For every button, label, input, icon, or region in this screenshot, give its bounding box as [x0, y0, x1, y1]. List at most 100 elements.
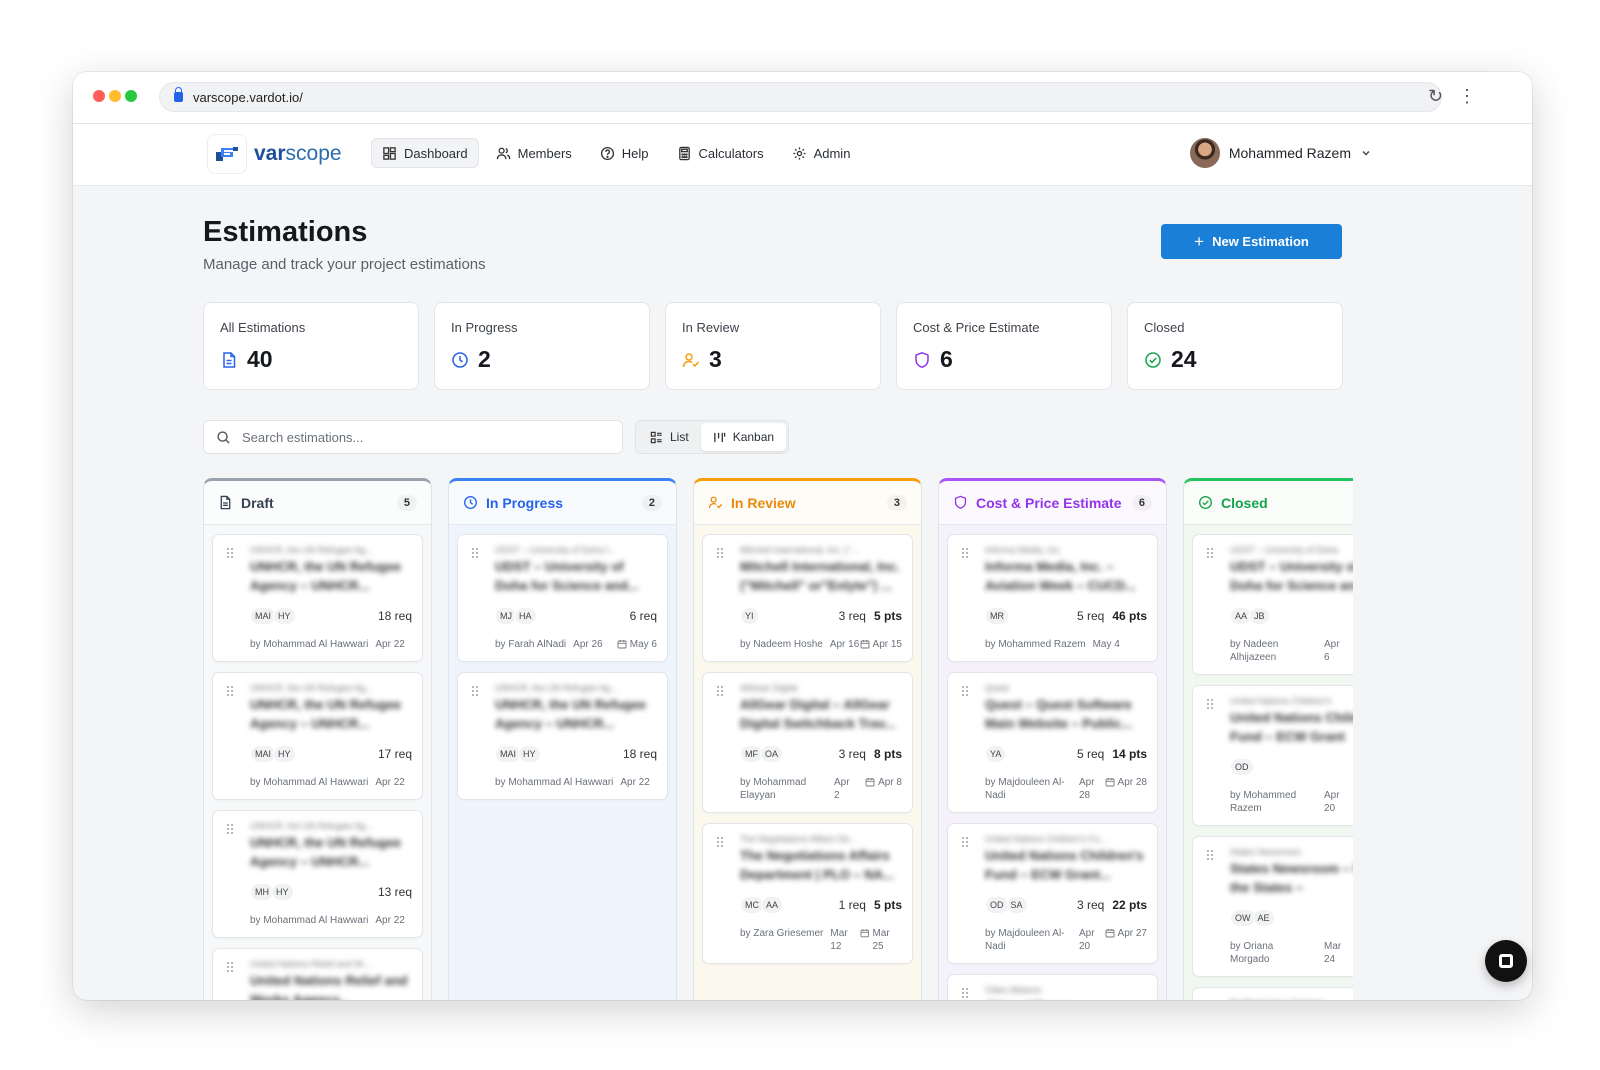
- assignee-badge[interactable]: HY: [273, 745, 296, 763]
- drag-handle-icon[interactable]: [961, 836, 969, 848]
- estimation-card[interactable]: United Nations Children's Fu... United Na…: [947, 823, 1158, 964]
- estimation-card[interactable]: UNHCR, the UN Refugee Ag... UNHCR, the UN…: [212, 534, 423, 662]
- calendar-icon: [865, 778, 875, 787]
- assignee-badge[interactable]: OA: [760, 745, 784, 763]
- estimation-card[interactable]: UDST – University of Doha UDST – Universi…: [1192, 534, 1353, 675]
- column-header: In Progress 2: [449, 481, 676, 525]
- view-toggle: List Kanban: [635, 420, 790, 454]
- close-window-button[interactable]: [93, 90, 105, 102]
- maximize-window-button[interactable]: [125, 90, 137, 102]
- view-list-button[interactable]: List: [638, 423, 701, 451]
- nav-help[interactable]: Help: [589, 138, 660, 168]
- drag-handle-icon[interactable]: [1206, 698, 1214, 710]
- assignee-badges: MC AA: [740, 896, 839, 914]
- drag-handle-icon[interactable]: [226, 685, 234, 697]
- nav-calculators[interactable]: Calculators: [666, 138, 775, 168]
- recording-stop-button[interactable]: [1485, 940, 1527, 982]
- assignee-badges: MR: [985, 607, 1077, 625]
- drag-handle-icon[interactable]: [716, 547, 724, 559]
- drag-handle-icon[interactable]: [471, 685, 479, 697]
- drag-handle-icon[interactable]: [716, 836, 724, 848]
- column-count: 5: [396, 494, 417, 511]
- assignee-badge[interactable]: HY: [273, 607, 296, 625]
- estimation-card[interactable]: United Nations Children's United Nations …: [1192, 685, 1353, 826]
- stat-card-all[interactable]: All Estimations 40: [203, 302, 419, 390]
- estimation-card[interactable]: UNHCR, the UN Refugee Ag... UNHCR, the UN…: [212, 810, 423, 938]
- view-list-label: List: [670, 430, 689, 444]
- estimation-card[interactable]: UDST – University of Doha f... UDST – Uni…: [457, 534, 668, 662]
- card-text: United Nations Children's Fu... United Na…: [985, 834, 1147, 884]
- card-meta: MC AA 1 req 5 pts: [740, 896, 902, 914]
- assignee-badge[interactable]: AE: [1252, 909, 1275, 927]
- view-kanban-button[interactable]: Kanban: [700, 423, 787, 451]
- nav-dashboard[interactable]: Dashboard: [371, 138, 479, 168]
- drag-handle-icon[interactable]: [471, 547, 479, 559]
- app-logo[interactable]: varscope: [207, 134, 342, 174]
- assignee-badge[interactable]: OD: [1230, 758, 1254, 776]
- drag-handle-icon[interactable]: [716, 685, 724, 697]
- card-date: Apr 28: [1079, 777, 1095, 801]
- estimation-card[interactable]: Redbird Union SystemsRedbird Union Syste…: [1192, 987, 1353, 1000]
- assignee-badge[interactable]: MR: [985, 607, 1009, 625]
- drag-handle-icon[interactable]: [226, 823, 234, 835]
- column-count: 3: [886, 494, 907, 511]
- address-bar[interactable]: varscope.vardot.io/: [159, 82, 1442, 112]
- assignee-badge[interactable]: HY: [518, 745, 541, 763]
- view-kanban-label: Kanban: [732, 430, 775, 444]
- search-input[interactable]: [242, 429, 602, 445]
- card-client: United Nations Relief and W...: [250, 959, 371, 969]
- requirement-count: 3 req: [1076, 898, 1105, 912]
- stat-card-in-progress[interactable]: In Progress 2: [434, 302, 650, 390]
- main-nav: Dashboard Members Help Calculators Admin: [371, 138, 861, 168]
- drag-handle-icon[interactable]: [226, 961, 234, 973]
- drag-handle-icon[interactable]: [961, 685, 969, 697]
- more-options-icon[interactable]: ⋮: [1458, 86, 1476, 107]
- column-header: Closed24: [1184, 481, 1353, 525]
- nav-admin[interactable]: Admin: [781, 138, 862, 168]
- assignee-badge[interactable]: YA: [985, 745, 1007, 763]
- card-meta: OD1 req: [1230, 758, 1353, 776]
- card-due-date: Apr 27: [1117, 928, 1147, 939]
- assignee-badge[interactable]: HY: [271, 883, 294, 901]
- assignee-badge[interactable]: HA: [514, 607, 537, 625]
- drag-handle-icon[interactable]: [961, 987, 969, 999]
- column-count: 6: [1131, 494, 1152, 511]
- estimation-card[interactable]: UNHCR, the UN Refugee Ag... UNHCR, the UN…: [212, 672, 423, 800]
- estimation-card[interactable]: Mitchell International, Inc. ("... Mitche…: [702, 534, 913, 662]
- assignee-badge[interactable]: JB: [1249, 607, 1270, 625]
- estimation-card[interactable]: UNHCR, the UN Refugee Ag... UNHCR, the UN…: [457, 672, 668, 800]
- estimation-card[interactable]: Cities Alliance Cities Alliance: [947, 974, 1158, 1000]
- estimation-card[interactable]: AllGear Digital AllGear Digital – AllGear…: [702, 672, 913, 813]
- calendar-icon: [1105, 778, 1114, 787]
- drag-handle-icon[interactable]: [1206, 849, 1214, 861]
- estimation-card[interactable]: States Newsroom States Newsroom – from th…: [1192, 836, 1353, 977]
- minimize-window-button[interactable]: [109, 90, 121, 102]
- drag-handle-icon[interactable]: [1206, 547, 1214, 559]
- user-menu[interactable]: Mohammed Razem: [1189, 138, 1372, 168]
- card-client: Quest: [985, 683, 1010, 693]
- gear-icon: [792, 146, 806, 160]
- card-text: Informa Media, Inc. Informa Media, Inc. –…: [985, 545, 1147, 595]
- stat-card-cost-price[interactable]: Cost & Price Estimate 6: [896, 302, 1112, 390]
- new-estimation-button[interactable]: + New Estimation: [1161, 224, 1342, 259]
- assignee-badge[interactable]: AA: [761, 896, 784, 914]
- estimation-card[interactable]: United Nations Relief and W... United Nat…: [212, 948, 423, 1000]
- estimation-card[interactable]: The Negotiations Affairs De... The Negoti…: [702, 823, 913, 964]
- estimation-card[interactable]: Quest Quest – Quest Software Main Website…: [947, 672, 1158, 813]
- card-author: by Mohammad Al Hawwari: [250, 639, 369, 650]
- column-body: Mitchell International, Inc. ("... Mitche…: [694, 525, 921, 973]
- stat-label: Cost & Price Estimate: [913, 320, 1040, 335]
- assignee-badge[interactable]: YI: [740, 607, 759, 625]
- stat-card-in-review[interactable]: In Review 3: [665, 302, 881, 390]
- reload-icon[interactable]: ↻: [1428, 86, 1443, 107]
- drag-handle-icon[interactable]: [961, 547, 969, 559]
- estimation-card[interactable]: Informa Media, Inc. Informa Media, Inc. –…: [947, 534, 1158, 662]
- assignee-badge[interactable]: OW: [1230, 909, 1256, 927]
- column-cost-price-estimate: Cost & Price Estimate 6 Informa Media, Inc…: [938, 478, 1167, 1000]
- stat-card-closed[interactable]: Closed 24: [1127, 302, 1343, 390]
- assignee-badge[interactable]: SA: [1005, 896, 1028, 914]
- drag-handle-icon[interactable]: [226, 547, 234, 559]
- nav-members[interactable]: Members: [485, 138, 583, 168]
- assignee-badge[interactable]: OD: [985, 896, 1009, 914]
- card-client: AllGear Digital: [740, 683, 798, 693]
